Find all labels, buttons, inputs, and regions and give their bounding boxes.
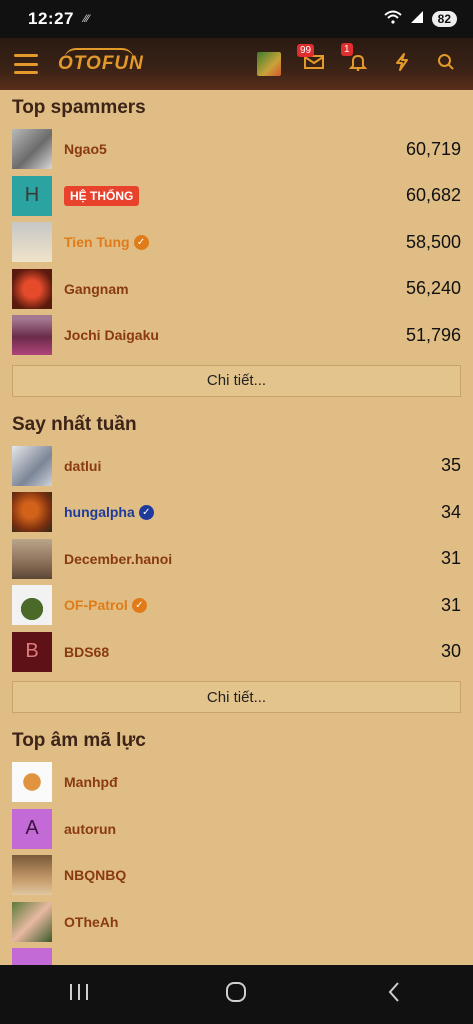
- username[interactable]: BDS68: [64, 644, 109, 660]
- post-count: 58,500: [405, 231, 461, 252]
- list-item[interactable]: OF-Patrol ✓ 31: [0, 582, 473, 629]
- list-item[interactable]: Ngao5 60,719: [0, 126, 473, 173]
- avatar[interactable]: [12, 445, 52, 486]
- avatar[interactable]: [12, 855, 52, 896]
- home-icon[interactable]: [206, 981, 266, 1009]
- widgets-panel: Top spammers Ngao5 60,719 H HỆ THỐNG 60,…: [0, 90, 473, 965]
- list-item[interactable]: datlui 35: [0, 443, 473, 490]
- count-value: 35: [440, 455, 461, 476]
- site-logo[interactable]: OTOFUN: [58, 48, 144, 75]
- list-item[interactable]: NBQNBQ: [0, 852, 473, 899]
- avatar[interactable]: H: [12, 175, 52, 216]
- user-avatar[interactable]: [257, 52, 281, 76]
- username[interactable]: Jochi Daigaku: [64, 327, 159, 343]
- username[interactable]: OTheAh: [64, 914, 118, 930]
- post-count: 60,682: [405, 185, 461, 206]
- avatar[interactable]: [12, 585, 52, 626]
- avatar[interactable]: [12, 901, 52, 942]
- username[interactable]: autorun: [64, 821, 116, 837]
- notifications-button[interactable]: 1: [341, 42, 369, 76]
- battery-indicator: 82: [431, 11, 457, 27]
- header-actions: 99 1: [257, 42, 457, 76]
- messages-button[interactable]: 99: [297, 43, 325, 75]
- post-count: 60,719: [405, 138, 461, 159]
- search-button[interactable]: [435, 53, 457, 76]
- notifications-badge: 1: [341, 42, 353, 56]
- messages-badge: 99: [297, 43, 315, 57]
- avatar[interactable]: [12, 492, 52, 533]
- avatar[interactable]: [12, 538, 52, 579]
- username[interactable]: Ngao5: [64, 141, 107, 157]
- avatar[interactable]: [12, 222, 52, 263]
- section-title-say-nhat-tuan: Say nhất tuần: [12, 413, 137, 435]
- status-indicator-icon: ⁄⁄⁄: [83, 13, 90, 25]
- check-badge-icon: ✓: [131, 597, 147, 613]
- list-item[interactable]: Jochi Daigaku 51,796: [0, 312, 473, 359]
- username[interactable]: Gangnam: [64, 281, 129, 297]
- details-button[interactable]: Chi tiết...: [12, 364, 461, 397]
- avatar[interactable]: A: [12, 808, 52, 849]
- app-header: OTOFUN 99 1: [0, 38, 473, 90]
- avatar[interactable]: [12, 315, 52, 356]
- username[interactable]: HỆ THỐNG: [64, 185, 140, 206]
- wifi-icon: [383, 10, 402, 29]
- back-icon[interactable]: [364, 981, 424, 1009]
- hamburger-icon[interactable]: [14, 54, 38, 74]
- username-label: Tien Tung: [64, 234, 130, 251]
- section-title-top-spammers: Top spammers: [12, 97, 146, 118]
- count-value: 30: [440, 641, 461, 662]
- details-button[interactable]: Chi tiết...: [12, 681, 461, 713]
- check-badge-icon: ✓: [133, 234, 149, 250]
- count-value: 31: [440, 548, 461, 569]
- search-icon: [438, 53, 454, 70]
- avatar[interactable]: B: [12, 631, 52, 672]
- whats-new-button[interactable]: [391, 52, 413, 76]
- status-bar: 12:27 ⁄⁄⁄ 82: [0, 0, 473, 38]
- list-item[interactable]: Tien Tung ✓ 58,500: [0, 219, 473, 266]
- post-count: 56,240: [405, 278, 461, 299]
- list-item[interactable]: H HỆ THỐNG 60,682: [0, 173, 473, 220]
- username[interactable]: Manhpđ: [64, 774, 118, 790]
- system-tag: HỆ THỐNG: [64, 185, 140, 206]
- list-item[interactable]: [0, 945, 473, 965]
- avatar[interactable]: [12, 268, 52, 309]
- username[interactable]: NBQNBQ: [64, 867, 126, 883]
- username[interactable]: December.hanoi: [64, 551, 172, 567]
- list-item[interactable]: December.hanoi 31: [0, 536, 473, 583]
- avatar[interactable]: [12, 129, 52, 170]
- post-count: 51,796: [405, 324, 461, 345]
- list-item[interactable]: hungalpha ✓ 34: [0, 489, 473, 536]
- username[interactable]: datlui: [64, 458, 101, 474]
- count-value: 31: [440, 594, 461, 615]
- username[interactable]: OF-Patrol ✓: [64, 597, 147, 613]
- recent-apps-icon[interactable]: [49, 982, 109, 1008]
- avatar[interactable]: [12, 948, 52, 965]
- status-icons: 82: [383, 10, 457, 29]
- username[interactable]: hungalpha ✓: [64, 504, 154, 520]
- list-item[interactable]: Gangnam 56,240: [0, 266, 473, 313]
- lightning-icon: [396, 52, 408, 71]
- list-item[interactable]: Manhpđ: [0, 759, 473, 806]
- username-label: OF-Patrol: [64, 597, 128, 614]
- section-title-top-am-ma-luc: Top âm mã lực: [12, 730, 146, 751]
- count-value: 34: [440, 501, 461, 522]
- username[interactable]: Tien Tung ✓: [64, 234, 149, 250]
- check-badge-icon: ✓: [138, 504, 154, 520]
- system-nav-bar: [0, 965, 473, 1024]
- signal-icon: [410, 10, 424, 29]
- list-item[interactable]: A autorun: [0, 806, 473, 853]
- list-item[interactable]: OTheAh: [0, 899, 473, 946]
- list-item[interactable]: B BDS68 30: [0, 629, 473, 676]
- status-time: 12:27: [28, 9, 74, 28]
- avatar[interactable]: [12, 762, 52, 803]
- username-label: hungalpha: [64, 504, 135, 521]
